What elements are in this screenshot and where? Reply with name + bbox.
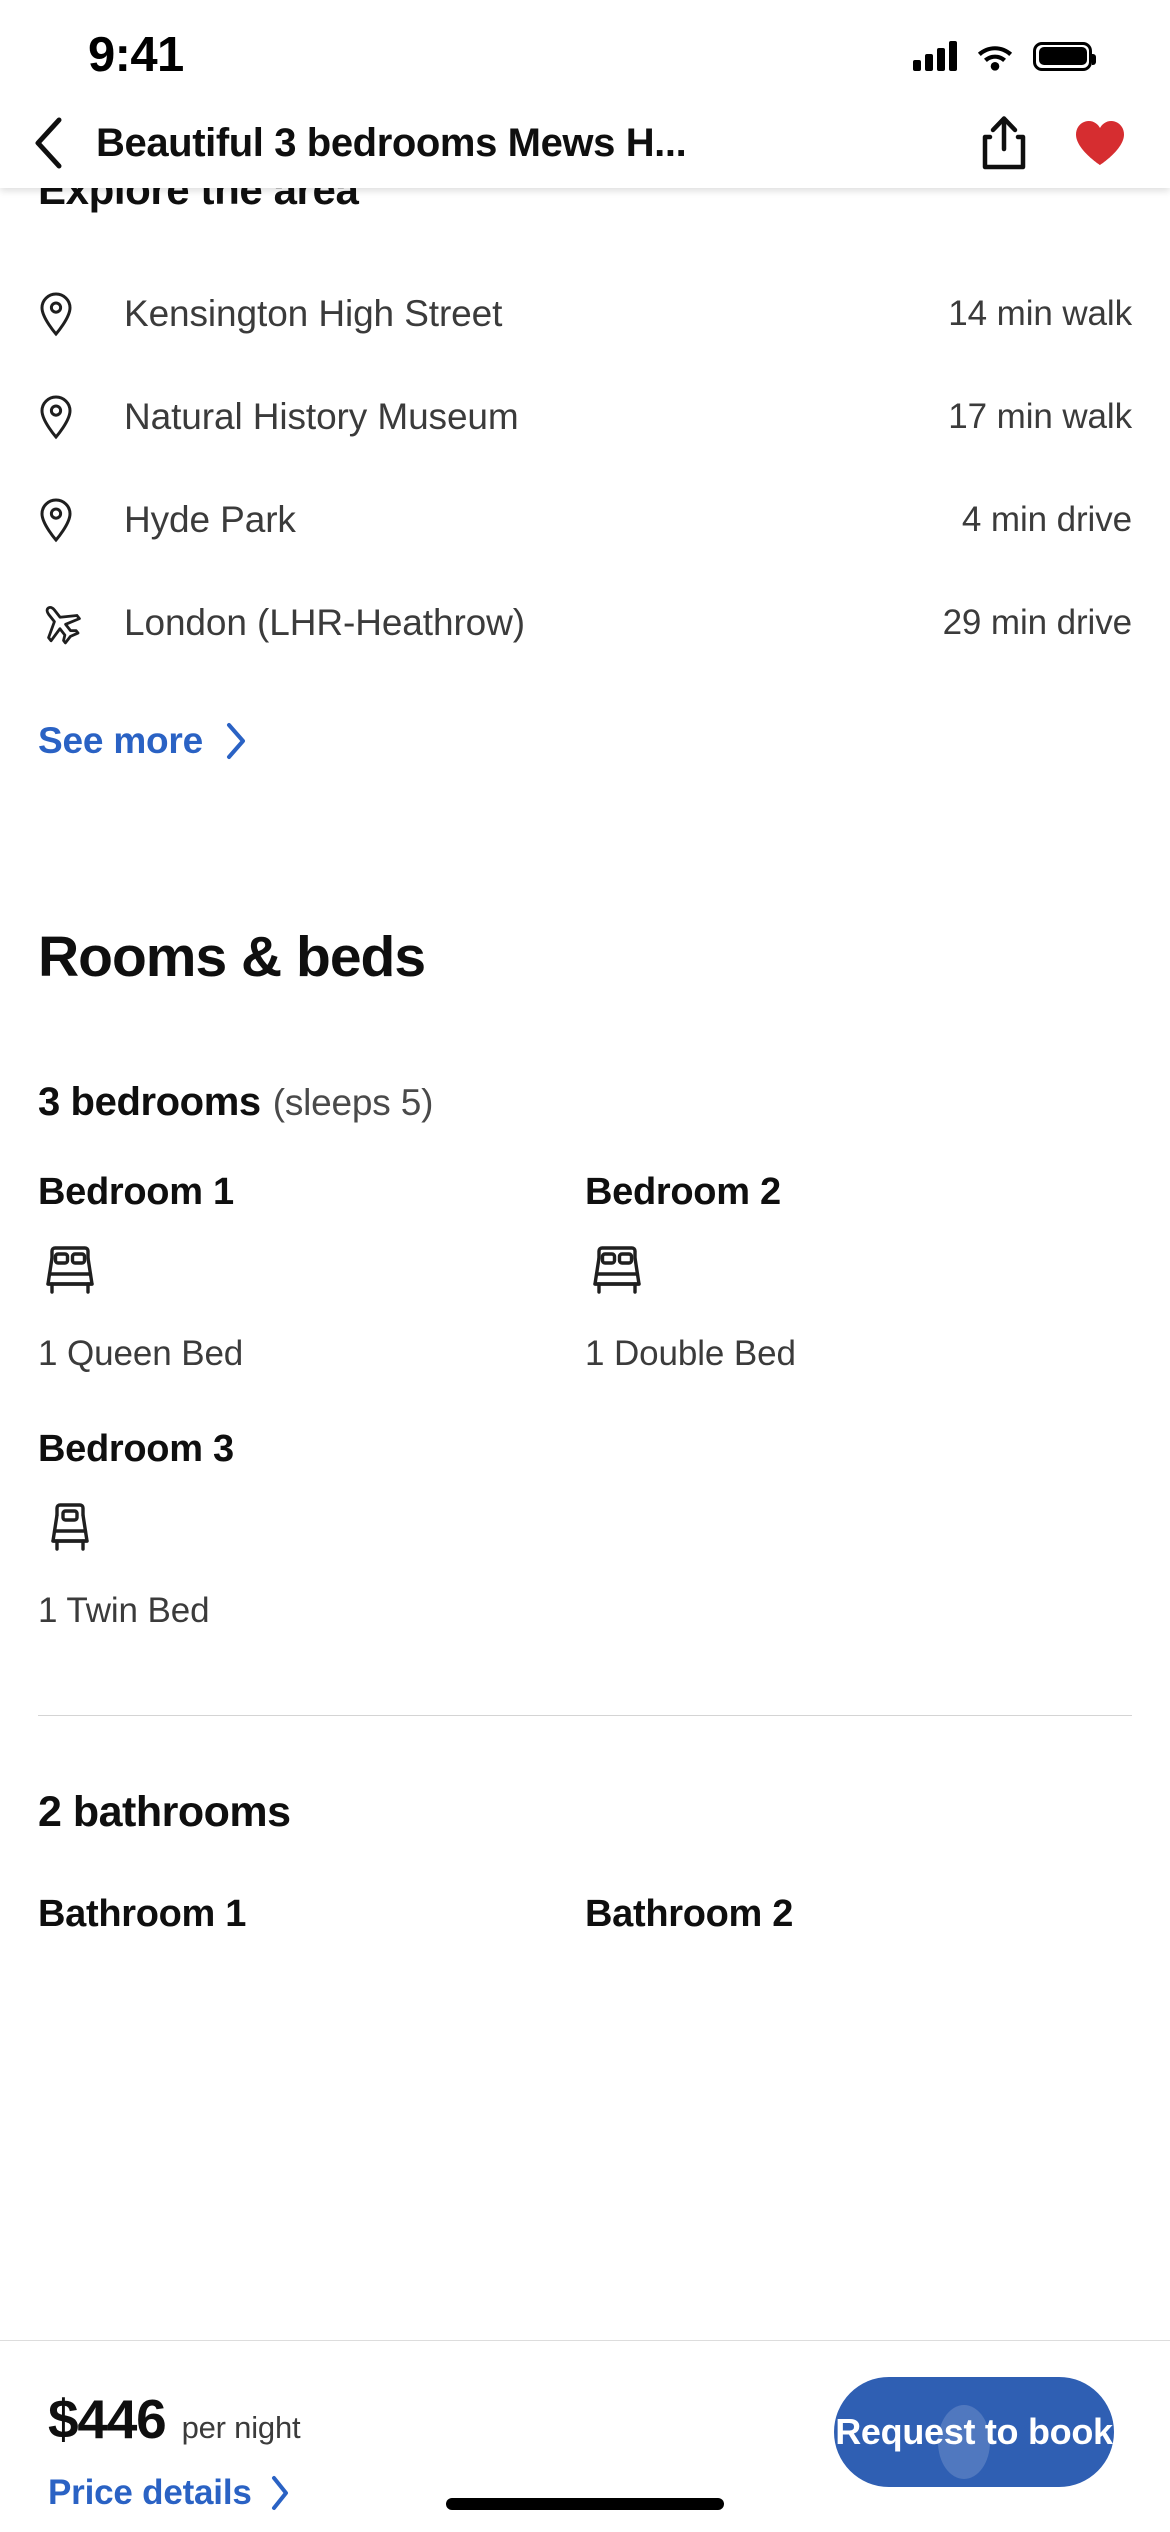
- status-bar: 9:41: [0, 0, 1170, 98]
- bathroom-title: Bathroom 2: [585, 1893, 794, 1935]
- share-button[interactable]: [956, 98, 1052, 188]
- status-bar-time: 9:41: [88, 28, 184, 82]
- bedroom-card: Bedroom 3 1 Twin Bed: [38, 1428, 585, 1631]
- bedroom-title: Bedroom 1: [38, 1171, 234, 1213]
- map-pin-icon: [38, 291, 100, 337]
- bedroom-beds-label: 1 Twin Bed: [38, 1591, 210, 1630]
- airplane-icon: [38, 601, 100, 645]
- price-amount: $446: [48, 2388, 167, 2450]
- bedrooms-summary: 3 bedrooms (sleeps 5): [38, 1080, 1132, 1125]
- heart-filled-icon: [1076, 121, 1124, 165]
- request-to-book-button[interactable]: Request to book: [834, 2377, 1114, 2487]
- bedrooms-grid: Bedroom 1 1 Queen Bed Bedroom 2 1 Double…: [38, 1171, 1132, 1631]
- home-indicator[interactable]: [446, 2498, 724, 2510]
- see-more-button[interactable]: See more: [38, 720, 247, 762]
- single-bed-icon: [38, 1497, 585, 1561]
- bathroom-card: Bathroom 1: [38, 1893, 585, 1936]
- chevron-right-icon: [271, 2476, 288, 2510]
- bedroom-beds-label: 1 Queen Bed: [38, 1334, 244, 1373]
- points-of-interest-list: Kensington High Street 14 min walk Natur…: [38, 262, 1132, 674]
- double-bed-icon: [38, 1240, 585, 1304]
- bedroom-title: Bedroom 3: [38, 1428, 234, 1470]
- explore-area-heading: Explore the area: [38, 188, 359, 213]
- sleeps-label: (sleeps 5): [272, 1082, 434, 1123]
- page-content[interactable]: Explore the area Kensington High Street …: [0, 188, 1170, 2340]
- list-item-label: Hyde Park: [124, 498, 296, 540]
- bedroom-card-empty: [585, 1428, 1132, 1631]
- price-unit-label: per night: [181, 2410, 301, 2445]
- page-title: Beautiful 3 bedrooms Mews H...: [96, 120, 687, 165]
- list-item-value: 4 min drive: [961, 499, 1132, 539]
- bedrooms-count-label: 3 bedrooms: [38, 1080, 261, 1124]
- app-screen: 9:41 Beautiful 3 bedrooms Mews H... Expl…: [0, 0, 1170, 2532]
- bathroom-title: Bathroom 1: [38, 1893, 247, 1935]
- bathroom-card: Bathroom 2: [585, 1893, 1132, 1936]
- bedroom-title: Bedroom 2: [585, 1171, 781, 1213]
- list-item-label: London (LHR-Heathrow): [124, 601, 525, 643]
- see-more-label: See more: [38, 720, 203, 761]
- list-item[interactable]: Natural History Museum 17 min walk: [38, 365, 1132, 468]
- bedroom-card: Bedroom 2 1 Double Bed: [585, 1171, 1132, 1374]
- rooms-and-beds-heading: Rooms & beds: [38, 925, 426, 989]
- request-to-book-label: Request to book: [835, 2411, 1113, 2452]
- section-divider: [38, 1715, 1132, 1716]
- price-details-label: Price details: [48, 2473, 252, 2512]
- double-bed-icon: [585, 1240, 1132, 1304]
- signal-bars-icon: [913, 41, 957, 71]
- bedroom-card: Bedroom 1 1 Queen Bed: [38, 1171, 585, 1374]
- list-item-value: 17 min walk: [948, 396, 1132, 436]
- bedroom-beds-label: 1 Double Bed: [585, 1334, 796, 1373]
- list-item-value: 14 min walk: [948, 293, 1132, 333]
- map-pin-icon: [38, 394, 100, 440]
- price-details-button[interactable]: Price details: [48, 2473, 290, 2513]
- bathrooms-count-label: 2 bathrooms: [38, 1788, 291, 1836]
- status-bar-indicators: [913, 27, 1096, 71]
- list-item[interactable]: Hyde Park 4 min drive: [38, 468, 1132, 571]
- list-item-value: 29 min drive: [942, 602, 1133, 642]
- bathrooms-grid: Bathroom 1 Bathroom 2: [38, 1893, 1132, 1936]
- battery-full-icon: [1033, 41, 1096, 71]
- price-line: $446 per night: [48, 2387, 301, 2451]
- list-item-label: Natural History Museum: [124, 395, 519, 437]
- favorite-button[interactable]: [1052, 98, 1148, 188]
- chevron-right-icon: [227, 723, 245, 759]
- list-item-label: Kensington High Street: [124, 292, 503, 334]
- map-pin-icon: [38, 497, 100, 543]
- price-block: $446 per night Price details: [48, 2379, 301, 2513]
- chevron-left-icon: [35, 117, 62, 169]
- back-button[interactable]: [0, 98, 96, 188]
- list-item[interactable]: Kensington High Street 14 min walk: [38, 262, 1132, 365]
- navigation-bar: Beautiful 3 bedrooms Mews H...: [0, 98, 1170, 188]
- share-icon: [982, 116, 1026, 170]
- list-item[interactable]: London (LHR-Heathrow) 29 min drive: [38, 571, 1132, 674]
- wifi-icon: [977, 45, 1013, 71]
